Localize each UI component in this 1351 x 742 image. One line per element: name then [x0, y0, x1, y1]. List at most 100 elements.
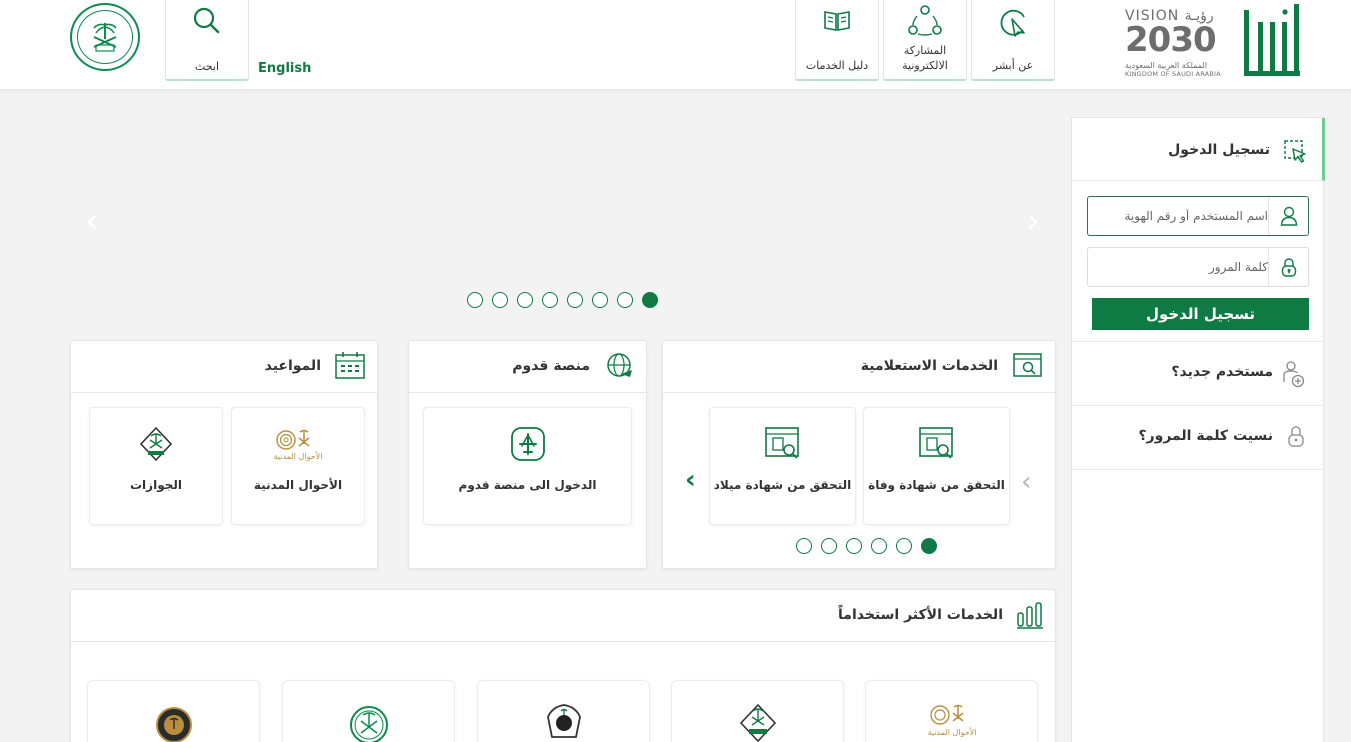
browser-search-icon [1013, 353, 1042, 377]
vision-logo-english: KINGDOM OF SAUDI ARABIA [1125, 70, 1221, 78]
inquiry-dot[interactable] [846, 538, 862, 554]
inquiry-dot[interactable] [796, 538, 812, 554]
slider-dot[interactable] [592, 292, 608, 308]
nav-about-absher[interactable]: عن أبشر [971, 0, 1055, 81]
arrival-platform-header: منصة قدوم [409, 341, 646, 393]
username-field[interactable] [1087, 196, 1309, 236]
password-field[interactable] [1087, 247, 1309, 287]
search-icon [193, 7, 220, 34]
language-switch-link[interactable]: English [258, 61, 311, 76]
vision-logo-arabic: المملكة العربية السعودية [1125, 61, 1208, 70]
civil-affairs-logo-icon: الأحوال المدنية [928, 704, 976, 737]
login-title: تسجيل الدخول [1168, 142, 1270, 158]
nav-services-guide-label: دليل الخدمات [805, 59, 869, 72]
appointment-passports-tile[interactable]: الجوازات [89, 407, 223, 525]
most-used-civil-defense-tile[interactable] [87, 680, 260, 742]
search-button[interactable]: ابحث [165, 0, 249, 81]
traffic-police-logo-icon [546, 704, 581, 738]
add-user-icon [1283, 361, 1305, 388]
user-icon-box [1268, 197, 1308, 235]
forgot-password-link[interactable]: نسيت كلمة المرور؟ [1072, 405, 1323, 468]
inquiry-dot[interactable] [821, 538, 837, 554]
slider-pagination [467, 292, 658, 308]
nav-e-participation[interactable]: المشاركة الالكترونية [883, 0, 967, 81]
inquiry-services-card: الخدمات الاستعلامية ‹ التحقق من شهادة وف… [662, 340, 1056, 569]
lock-icon [1288, 426, 1304, 447]
inquiry-dot[interactable] [896, 538, 912, 554]
globe-plane-icon [607, 353, 632, 377]
vision-2030-logo: VISION رؤيـة 2030 المملكة العربية السعود… [1125, 6, 1231, 80]
new-user-link[interactable]: مستخدم جديد؟ [1072, 341, 1323, 404]
cursor-select-icon [1284, 140, 1306, 163]
inquiry-dot[interactable] [871, 538, 887, 554]
slider-dot[interactable] [492, 292, 508, 308]
palm-swords-icon [93, 23, 117, 52]
pointer-icon [1000, 9, 1025, 37]
appointments-title: المواعيد [264, 358, 321, 374]
nav-services-guide[interactable]: دليل الخدمات [795, 0, 879, 81]
login-panel: تسجيل الدخول تسجيل الدخول مستخدم جدي [1071, 117, 1325, 742]
slider-dot[interactable] [642, 292, 658, 308]
arrival-platform-title: منصة قدوم [512, 358, 590, 374]
slider-dot[interactable] [467, 292, 483, 308]
inquiry-dot[interactable] [921, 538, 937, 554]
new-user-label[interactable]: مستخدم جديد؟ [1171, 364, 1273, 380]
nav-about-absher-label: عن أبشر [992, 59, 1034, 72]
appointment-civil-affairs-tile[interactable]: الأحوال المدنية الأحوال المدنية [231, 407, 365, 525]
slider-next-arrow[interactable]: › [1023, 203, 1043, 239]
most-used-services-header: الخدمات الأكثر استخداماً [71, 590, 1055, 642]
most-used-services-card: الخدمات الأكثر استخداماً الأحوال المدنية [70, 589, 1056, 742]
service-tile-death-certificate[interactable]: التحقق من شهادة وفاة [863, 407, 1010, 525]
service-tile-label: التحقق من شهادة ميلاد [713, 478, 852, 492]
appointments-card: المواعيد الأحوال المدنية الأحوال المدنية… [70, 340, 378, 569]
inquiry-prev-arrow[interactable]: ‹ [1021, 469, 1031, 495]
appointment-civil-affairs-label: الأحوال المدنية [253, 478, 343, 492]
most-used-traffic-tile[interactable] [477, 680, 650, 742]
password-input[interactable] [1094, 248, 1268, 286]
certificate-search-icon [918, 427, 953, 459]
calendar-icon [335, 352, 365, 379]
appointments-header: المواعيد [71, 341, 377, 393]
login-button[interactable]: تسجيل الدخول [1092, 298, 1309, 330]
most-used-passports-tile[interactable] [671, 680, 844, 742]
slider-dot[interactable] [542, 292, 558, 308]
civil-affairs-logo-text: الأحوال المدنية [274, 451, 322, 461]
service-tile-birth-certificate[interactable]: التحقق من شهادة ميلاد [709, 407, 856, 525]
certificate-search-icon [764, 427, 799, 459]
inquiry-services-title: الخدمات الاستعلامية [860, 358, 998, 374]
arrival-platform-entry-label: الدخول الى منصة قدوم [458, 478, 597, 492]
civil-affairs-logo-icon: الأحوال المدنية [274, 429, 322, 461]
most-used-services-title: الخدمات الأكثر استخداماً [838, 607, 1003, 623]
network-icon [908, 5, 942, 36]
absher-logo[interactable] [1240, 4, 1302, 78]
inquiry-pagination [796, 538, 937, 554]
passports-logo-icon [739, 703, 776, 742]
nav-e-participation-label: المشاركة الالكترونية [902, 44, 948, 72]
most-used-civil-affairs-tile[interactable]: الأحوال المدنية [865, 680, 1038, 742]
most-used-moi-tile[interactable] [282, 680, 455, 742]
service-tile-label: التحقق من شهادة وفاة [868, 478, 1005, 492]
arrival-platform-entry-tile[interactable]: الدخول الى منصة قدوم [423, 407, 632, 525]
passports-logo-icon [139, 426, 173, 462]
search-label: ابحث [194, 60, 220, 73]
slider-prev-arrow[interactable]: ‹ [82, 203, 102, 239]
airplane-icon [510, 427, 545, 461]
slider-dot[interactable] [567, 292, 583, 308]
username-input[interactable] [1094, 197, 1268, 235]
lock-icon-box [1268, 248, 1308, 286]
site-header: ابحث English دليل الخدمات المشاركة الالك… [0, 0, 1351, 90]
moi-emblem-logo[interactable] [70, 3, 140, 71]
login-header: تسجيل الدخول [1072, 118, 1325, 181]
user-icon [1280, 206, 1297, 226]
arrival-platform-card: منصة قدوم الدخول الى منصة قدوم [408, 340, 647, 569]
inquiry-next-arrow[interactable]: ‹ [685, 467, 696, 493]
appointment-passports-label: الجوازات [130, 478, 182, 492]
vision-logo-year: 2030 [1125, 20, 1217, 60]
forgot-password-label[interactable]: نسيت كلمة المرور؟ [1138, 428, 1273, 444]
slider-dot[interactable] [617, 292, 633, 308]
slider-dot[interactable] [517, 292, 533, 308]
login-panel-divider [1072, 469, 1323, 470]
bar-chart-icon [1017, 602, 1043, 629]
civil-defense-logo-icon [155, 707, 192, 742]
inquiry-services-header: الخدمات الاستعلامية [663, 341, 1055, 393]
